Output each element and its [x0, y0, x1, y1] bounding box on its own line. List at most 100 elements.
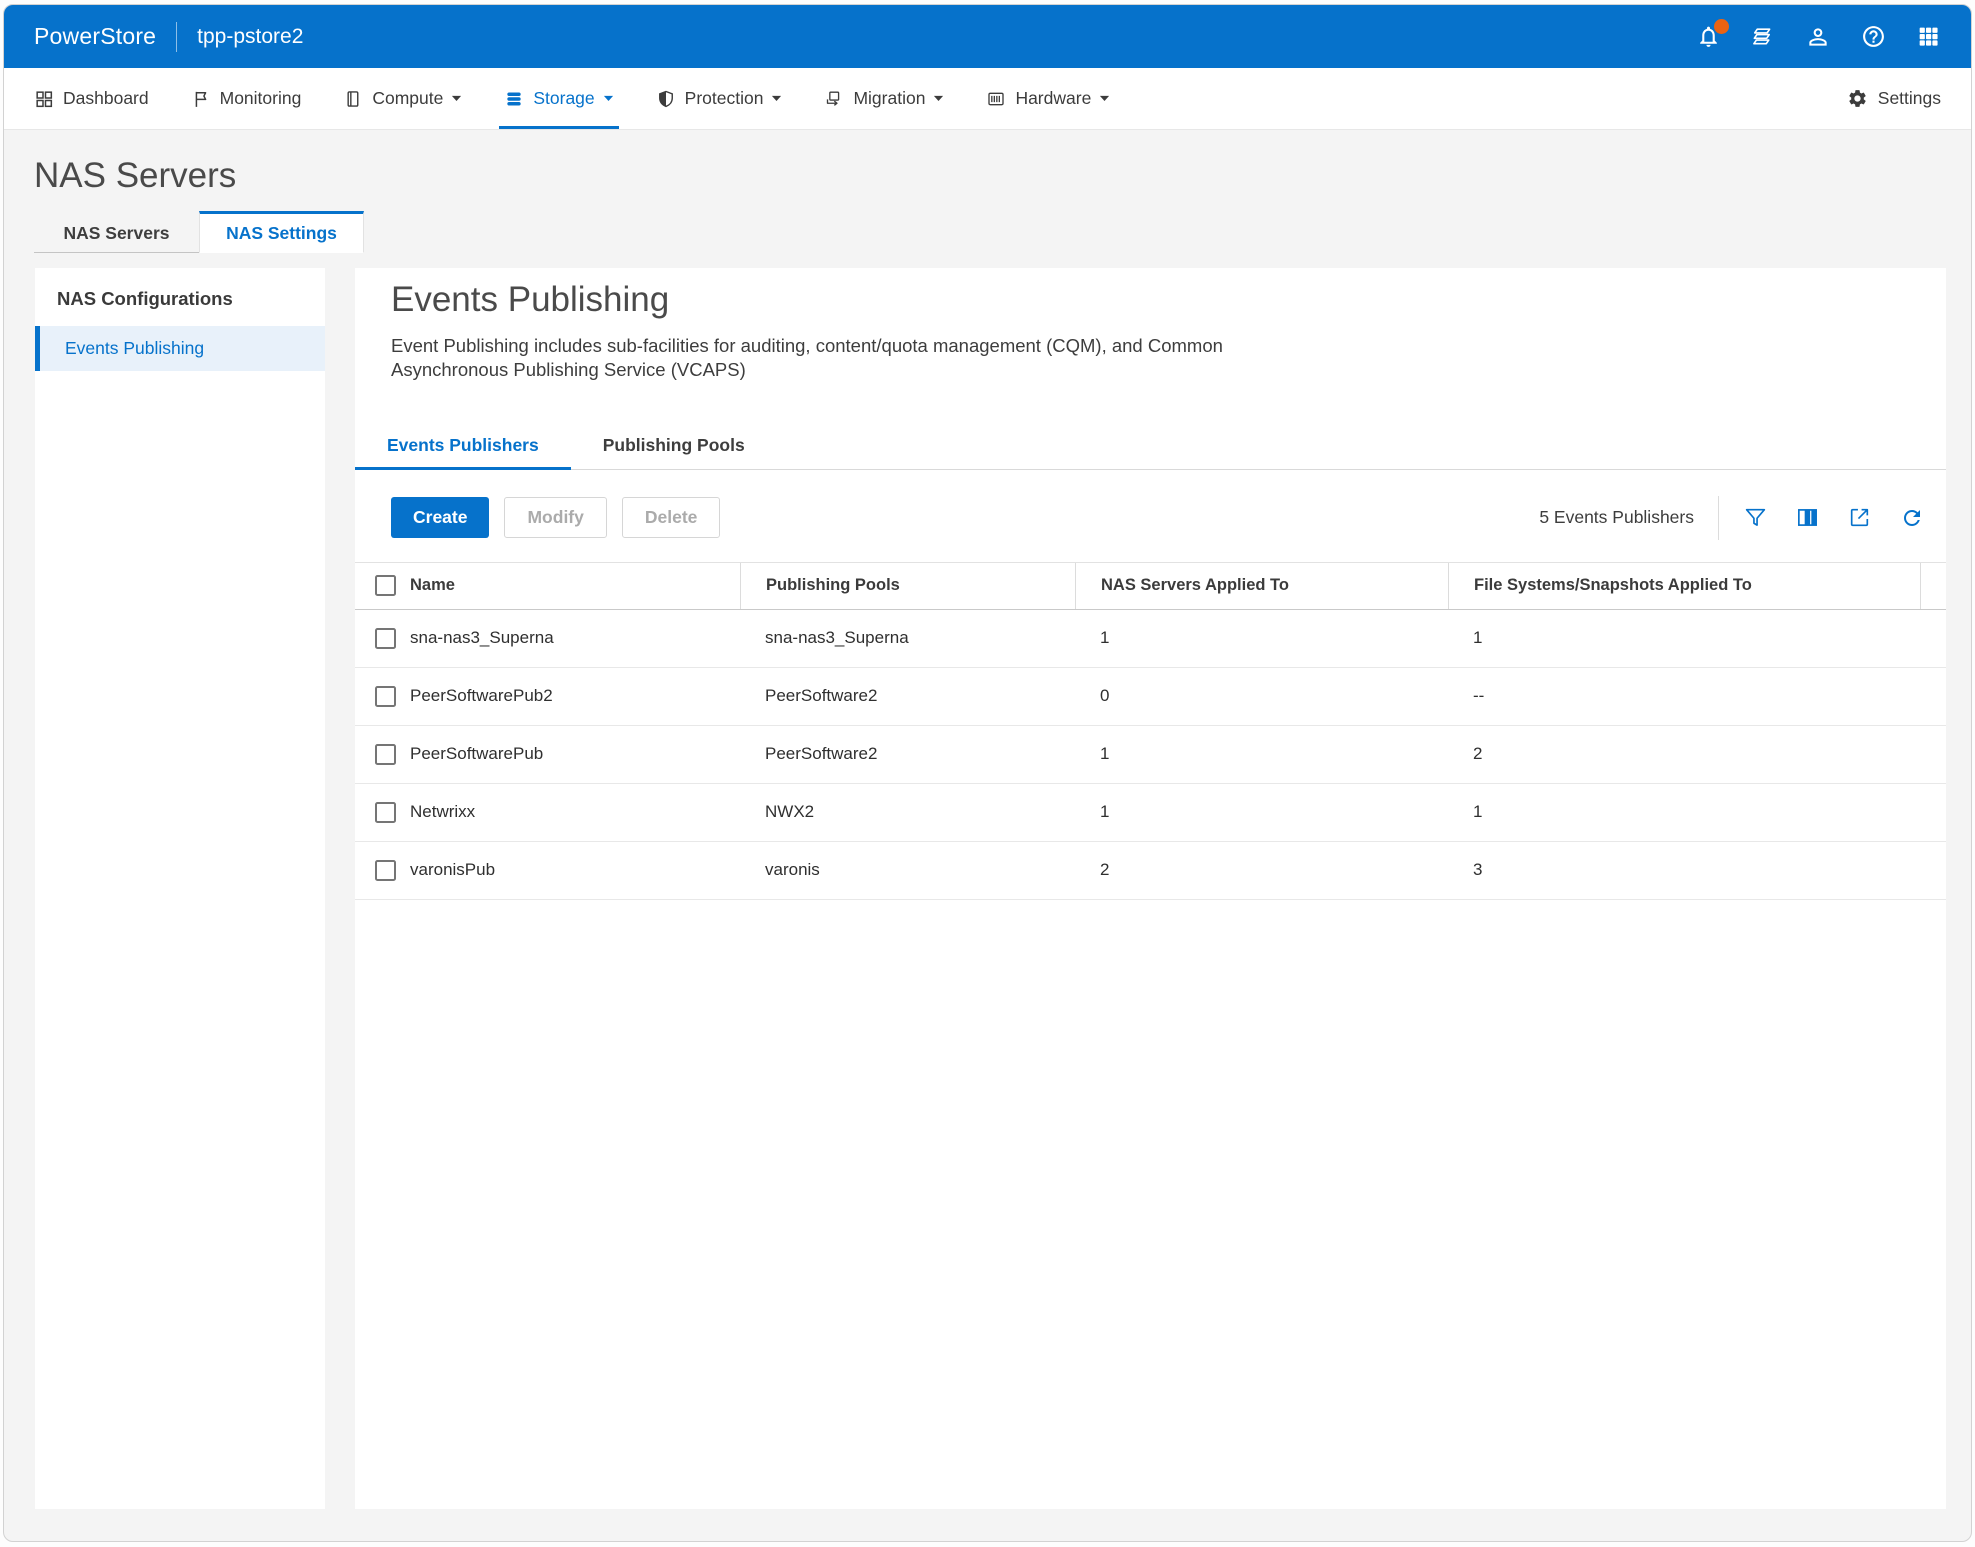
shield-icon: [656, 89, 676, 109]
refresh-button[interactable]: [1899, 505, 1924, 530]
row-checkbox[interactable]: [375, 686, 396, 707]
tab-events-publishers[interactable]: Events Publishers: [355, 435, 571, 469]
jobs-button[interactable]: [1750, 24, 1776, 50]
flag-icon: [191, 89, 211, 109]
cell-nas-servers: 1: [1075, 744, 1448, 764]
app-window: PowerStore tpp-pstore2 Dashbo: [3, 4, 1972, 1542]
section-heading: Events Publishing: [391, 280, 1910, 320]
table-header: Name Publishing Pools NAS Servers Applie…: [355, 562, 1946, 610]
cell-file-systems: 3: [1448, 860, 1920, 880]
notification-badge: [1714, 19, 1729, 34]
column-header-spacer: [1920, 563, 1946, 609]
user-icon: [1805, 24, 1831, 50]
columns-icon: [1795, 505, 1820, 530]
table-row[interactable]: sna-nas3_Superna sna-nas3_Superna 1 1: [355, 610, 1946, 668]
apps-grid-icon: [1916, 24, 1941, 49]
main-navigation: Dashboard Monitoring Compute Storage Pro…: [4, 68, 1971, 130]
row-checkbox[interactable]: [375, 628, 396, 649]
nav-label: Protection: [685, 88, 764, 109]
cell-publishing-pool: varonis: [740, 860, 1075, 880]
chevron-down-icon: [933, 95, 944, 102]
select-all-checkbox[interactable]: [375, 575, 396, 596]
columns-button[interactable]: [1795, 505, 1820, 530]
nav-label: Dashboard: [63, 88, 149, 109]
cell-publishing-pool: PeerSoftware2: [740, 686, 1075, 706]
cell-file-systems: --: [1448, 686, 1920, 706]
column-header-file-systems[interactable]: File Systems/Snapshots Applied To: [1448, 563, 1920, 609]
user-button[interactable]: [1805, 24, 1831, 50]
column-header-nas-servers[interactable]: NAS Servers Applied To: [1075, 563, 1448, 609]
row-checkbox[interactable]: [375, 860, 396, 881]
export-icon: [1847, 505, 1872, 530]
compute-icon: [343, 89, 363, 109]
storage-icon: [504, 89, 524, 109]
table-row[interactable]: PeerSoftwarePub2 PeerSoftware2 0 --: [355, 668, 1946, 726]
nav-label: Hardware: [1015, 88, 1091, 109]
chevron-down-icon: [451, 95, 462, 102]
cell-nas-servers: 1: [1075, 802, 1448, 822]
cell-name: PeerSoftwarePub2: [410, 686, 553, 706]
sidebar-header: NAS Configurations: [35, 268, 325, 326]
cell-nas-servers: 1: [1075, 628, 1448, 648]
nav-label: Monitoring: [220, 88, 302, 109]
events-publishers-table: Name Publishing Pools NAS Servers Applie…: [355, 562, 1946, 900]
row-checkbox[interactable]: [375, 802, 396, 823]
nav-item-migration[interactable]: Migration: [824, 68, 944, 129]
cell-publishing-pool: PeerSoftware2: [740, 744, 1075, 764]
cell-name: Netwrixx: [410, 802, 475, 822]
table-row[interactable]: varonisPub varonis 2 3: [355, 842, 1946, 900]
table-row[interactable]: Netwrixx NWX2 1 1: [355, 784, 1946, 842]
filter-button[interactable]: [1743, 505, 1768, 530]
nas-configurations-sidebar: NAS Configurations Events Publishing: [35, 268, 325, 1509]
events-publishing-panel: Events Publishing Event Publishing inclu…: [355, 268, 1946, 1509]
notifications-button[interactable]: [1695, 24, 1721, 50]
filter-icon: [1743, 505, 1768, 530]
hardware-icon: [986, 89, 1006, 109]
column-header-publishing-pools[interactable]: Publishing Pools: [740, 563, 1075, 609]
nav-item-compute[interactable]: Compute: [343, 68, 462, 129]
section-description: Event Publishing includes sub-facilities…: [391, 334, 1336, 383]
page-tabs: NAS Servers NAS Settings: [34, 211, 1971, 253]
table-row[interactable]: PeerSoftwarePub PeerSoftware2 1 2: [355, 726, 1946, 784]
tab-nas-settings[interactable]: NAS Settings: [199, 211, 364, 253]
dashboard-icon: [34, 89, 54, 109]
create-button[interactable]: Create: [391, 497, 489, 538]
layers-icon: [1750, 24, 1776, 50]
cell-name: sna-nas3_Superna: [410, 628, 554, 648]
settings-button[interactable]: Settings: [1847, 88, 1941, 109]
nav-label: Storage: [533, 88, 594, 109]
cell-nas-servers: 2: [1075, 860, 1448, 880]
tab-publishing-pools[interactable]: Publishing Pools: [571, 435, 777, 469]
publishers-count: 5 Events Publishers: [1539, 507, 1694, 528]
delete-button[interactable]: Delete: [622, 497, 721, 538]
nav-label: Migration: [853, 88, 925, 109]
tab-nas-servers[interactable]: NAS Servers: [34, 211, 199, 253]
chevron-down-icon: [1099, 95, 1110, 102]
publisher-tabs: Events Publishers Publishing Pools: [355, 435, 1946, 470]
nav-item-storage[interactable]: Storage: [504, 68, 613, 129]
cell-publishing-pool: sna-nas3_Superna: [740, 628, 1075, 648]
sidebar-item-events-publishing[interactable]: Events Publishing: [35, 326, 325, 371]
apps-button[interactable]: [1915, 24, 1941, 50]
cell-name: varonisPub: [410, 860, 495, 880]
toolbar: Create Modify Delete 5 Events Publishers: [391, 496, 1924, 540]
brand-name: PowerStore: [34, 23, 156, 50]
help-button[interactable]: [1860, 24, 1886, 50]
nav-item-dashboard[interactable]: Dashboard: [34, 68, 149, 129]
modify-button[interactable]: Modify: [504, 497, 606, 538]
nav-item-monitoring[interactable]: Monitoring: [191, 68, 302, 129]
cell-publishing-pool: NWX2: [740, 802, 1075, 822]
cluster-name: tpp-pstore2: [197, 25, 303, 49]
help-icon: [1861, 24, 1886, 49]
chevron-down-icon: [603, 95, 614, 102]
refresh-icon: [1900, 506, 1924, 530]
nav-item-hardware[interactable]: Hardware: [986, 68, 1110, 129]
column-header-name[interactable]: Name: [410, 576, 455, 595]
cell-file-systems: 1: [1448, 628, 1920, 648]
row-checkbox[interactable]: [375, 744, 396, 765]
titlebar-divider: [176, 22, 177, 52]
nav-item-protection[interactable]: Protection: [656, 68, 783, 129]
migration-icon: [824, 89, 844, 109]
cell-file-systems: 2: [1448, 744, 1920, 764]
export-button[interactable]: [1847, 505, 1872, 530]
